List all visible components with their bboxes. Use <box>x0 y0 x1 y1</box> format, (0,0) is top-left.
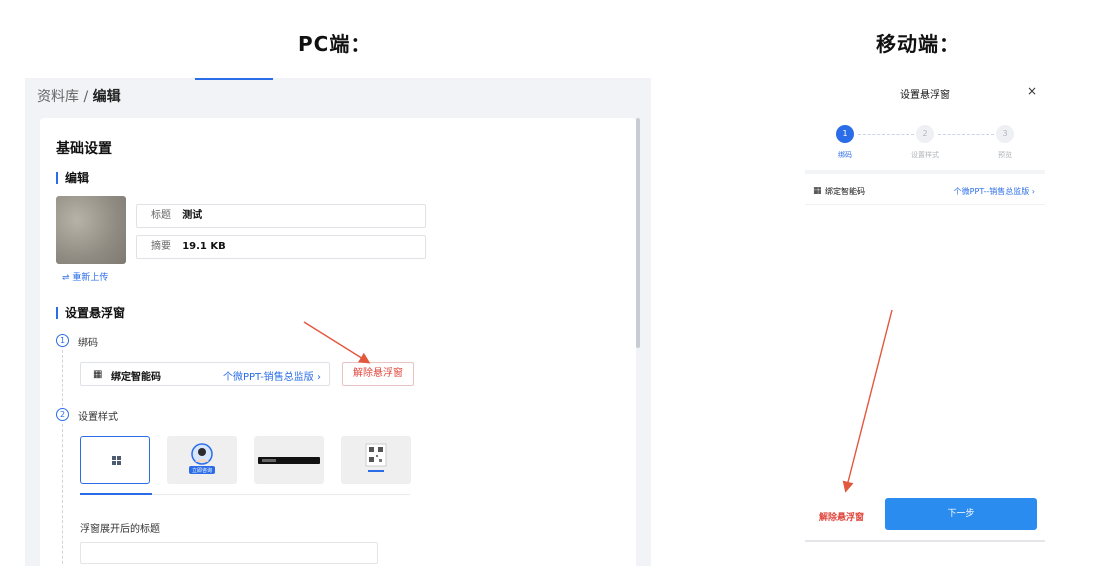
mobile-annotation-arrow <box>842 309 893 493</box>
annotation-arrows <box>303 309 893 493</box>
pc-annotation-arrow <box>303 321 371 364</box>
